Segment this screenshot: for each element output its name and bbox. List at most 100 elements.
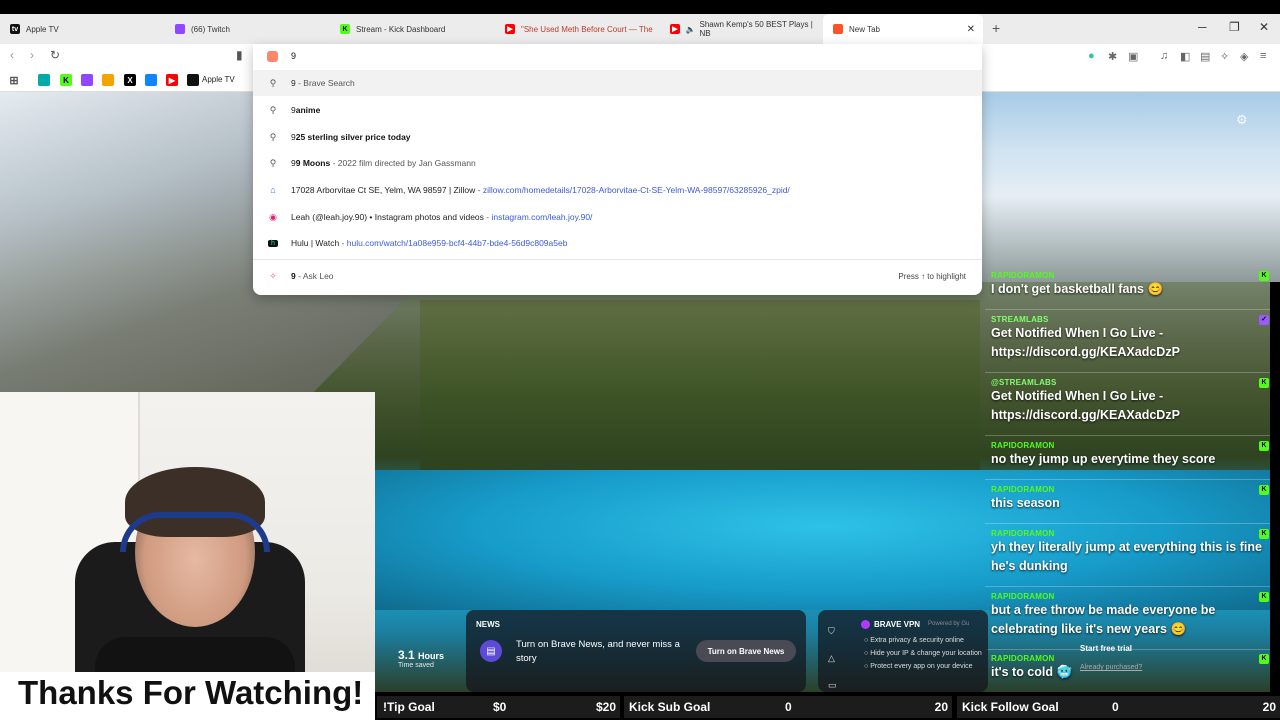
vpn-powered-by: Powered by Gu (928, 621, 970, 627)
leo-ai-icon[interactable]: ● (1088, 50, 1095, 62)
chat-text: Get Notified When I Go Live - https://di… (991, 389, 1180, 422)
tab-youtube-shawn-kemp[interactable]: ▶ 🔈 Shawn Kemp's 50 BEST Plays | NB (660, 14, 820, 44)
tab-label: Shawn Kemp's 50 BEST Plays | NB (699, 20, 813, 38)
vpn-shield-icon[interactable]: ◈ (1240, 50, 1248, 63)
brave-shield-icon[interactable] (267, 51, 278, 62)
turn-on-news-button[interactable]: Turn on Brave News (696, 640, 796, 662)
alert-icon[interactable]: △ (828, 645, 837, 672)
chat-message: RAPIDORAMON this season K (991, 485, 1269, 513)
youtube-icon: ▶ (670, 24, 680, 34)
tab-label: "She Used Meth Before Court — The (521, 24, 653, 34)
vpn-side-icons: ⛉ △ ▭ (828, 618, 837, 699)
chat-divider (985, 309, 1270, 310)
kick-badge-icon: K (1259, 271, 1269, 281)
back-arrow-icon[interactable]: ‹ (10, 48, 14, 62)
goal-label: Kick Sub Goal (629, 700, 711, 714)
kick-bookmark-icon[interactable]: K (60, 74, 72, 86)
sidebar-icon[interactable]: ◧ (1180, 50, 1190, 63)
new-tab-plus-icon[interactable]: + (992, 20, 1000, 36)
chat-username: RAPIDORAMON (991, 485, 1055, 494)
time-saved-value: 3.1 (398, 648, 415, 662)
twitch-bookmark-icon[interactable] (81, 74, 93, 86)
ai-sparkle-icon[interactable]: ✧ (1220, 50, 1229, 63)
restore-icon[interactable]: ❐ (1229, 20, 1240, 34)
chat-username: RAPIDORAMON (991, 441, 1055, 450)
suggestion-hulu[interactable]: h Hulu | Watch - hulu.com/watch/1a08e959… (253, 230, 982, 256)
tip-goal: !Tip Goal $0 $20 (377, 696, 620, 718)
kick-icon: K (340, 24, 350, 34)
press-hint: Press ↑ to highlight (898, 271, 966, 281)
tab-youtube-court[interactable]: ▶ "She Used Meth Before Court — The (495, 14, 660, 44)
bookmark-icon[interactable]: ▮ (236, 48, 243, 62)
extensions-icon[interactable]: ✱ (1108, 50, 1117, 63)
bluesky-bookmark-icon[interactable] (145, 74, 157, 86)
tab-twitch[interactable]: (66) Twitch (165, 14, 330, 44)
news-header: NEWS (476, 620, 500, 629)
tab-kick-dashboard[interactable]: K Stream - Kick Dashboard (330, 14, 495, 44)
suggestion-separator: - (475, 185, 483, 195)
close-tab-icon[interactable]: ✕ (967, 24, 975, 35)
apps-grid-icon[interactable]: ⊞ (8, 74, 20, 87)
mod-badge-icon: ✓ (1259, 315, 1269, 325)
goal-target: 20 (1262, 700, 1276, 714)
shield-icon[interactable]: ⛉ (828, 618, 837, 645)
webcam-overlay (0, 392, 375, 720)
reload-icon[interactable]: ↻ (50, 48, 60, 62)
menu-icon[interactable]: ≡ (1260, 50, 1266, 62)
chat-username: RAPIDORAMON (991, 592, 1055, 601)
chat-text: this season (991, 496, 1060, 510)
vpn-feature-text: Hide your IP & change your location (870, 650, 982, 657)
forward-arrow-icon[interactable]: › (30, 48, 34, 62)
goal-current: 0 (785, 700, 792, 714)
tab-label: New Tab (849, 24, 880, 34)
vpn-feature: ○ Extra privacy & security online (864, 637, 964, 644)
suggestion-url: hulu.com/watch/1a08e959-bcf4-44b7-bde4-5… (346, 238, 568, 248)
bookmark-apple-tv-label[interactable]: Apple TV (202, 75, 235, 84)
suggestion-ask-leo[interactable]: ✧ 9 - Ask Leo Press ↑ to highlight (253, 263, 982, 289)
brave-news-card: NEWS ▤ Turn on Brave News, and never mis… (466, 610, 806, 692)
suggestion-zillow[interactable]: ⌂ 17028 Arborvitae Ct SE, Yelm, WA 98597… (253, 177, 982, 203)
chat-username: RAPIDORAMON (991, 654, 1055, 663)
suggestion-brave-search[interactable]: ⚲ 9 - Brave Search (253, 70, 982, 96)
kick-badge-icon: K (1259, 441, 1269, 451)
twitch-icon (175, 24, 185, 34)
goal-label: !Tip Goal (383, 700, 435, 714)
chat-divider (985, 523, 1270, 524)
tab-new-tab[interactable]: New Tab ✕ (823, 14, 983, 44)
media-icon[interactable]: ♫ (1160, 50, 1168, 62)
tab-label: Stream - Kick Dashboard (356, 24, 446, 34)
kick-badge-icon: K (1259, 485, 1269, 495)
youtube-bookmark-icon[interactable]: ▶ (166, 74, 178, 86)
speaker-icon[interactable]: 🔈 (686, 25, 696, 34)
bookmark-site-icon[interactable] (38, 74, 50, 86)
vpn-header: BRAVE VPN (874, 620, 921, 629)
address-input[interactable]: 9 (291, 51, 296, 61)
follow-goal: Kick Follow Goal 0 20 (957, 696, 1280, 718)
chat-username: @STREAMLABS (991, 378, 1057, 387)
suggestion-9anime[interactable]: ⚲ 9anime (253, 97, 982, 123)
settings-gear-icon[interactable]: ⚙ (1236, 112, 1248, 128)
suggestion-instagram[interactable]: ◉ Leah (@leah.joy.90) • Instagram photos… (253, 204, 982, 230)
wallet-card-icon[interactable]: ▤ (1200, 50, 1210, 63)
chat-message: RAPIDORAMON no they jump up everytime th… (991, 441, 1269, 469)
suggestion-925-silver[interactable]: ⚲ 925 sterling silver price today (253, 124, 982, 150)
minimize-icon[interactable]: ─ (1198, 20, 1207, 34)
suggestion-99-moons[interactable]: ⚲ 99 Moons - 2022 film directed by Jan G… (253, 150, 982, 176)
sub-goal: Kick Sub Goal 0 20 (624, 696, 952, 718)
start-free-trial-button[interactable]: Start free trial (1080, 644, 1132, 653)
chat-message: STREAMLABS Get Notified When I Go Live -… (991, 315, 1269, 362)
search-icon: ⚲ (269, 104, 277, 115)
goal-current: $0 (493, 700, 507, 714)
apple-tv-bookmark-icon[interactable] (187, 74, 199, 86)
x-bookmark-icon[interactable]: X (124, 74, 136, 86)
wallet-icon[interactable]: ▣ (1128, 50, 1138, 63)
tab-apple-tv[interactable]: tv Apple TV (0, 14, 165, 44)
news-icon: ▤ (480, 640, 502, 662)
address-bar[interactable]: 9 (253, 44, 982, 70)
bookmark-site-icon-2[interactable] (102, 74, 114, 86)
close-window-icon[interactable]: ✕ (1259, 20, 1269, 34)
suggestion-title: Hulu | Watch (291, 238, 340, 248)
suggestion-sub: - Brave Search (295, 78, 355, 88)
already-purchased-link[interactable]: Already purchased? (1080, 664, 1142, 671)
youtube-icon: ▶ (505, 24, 515, 34)
